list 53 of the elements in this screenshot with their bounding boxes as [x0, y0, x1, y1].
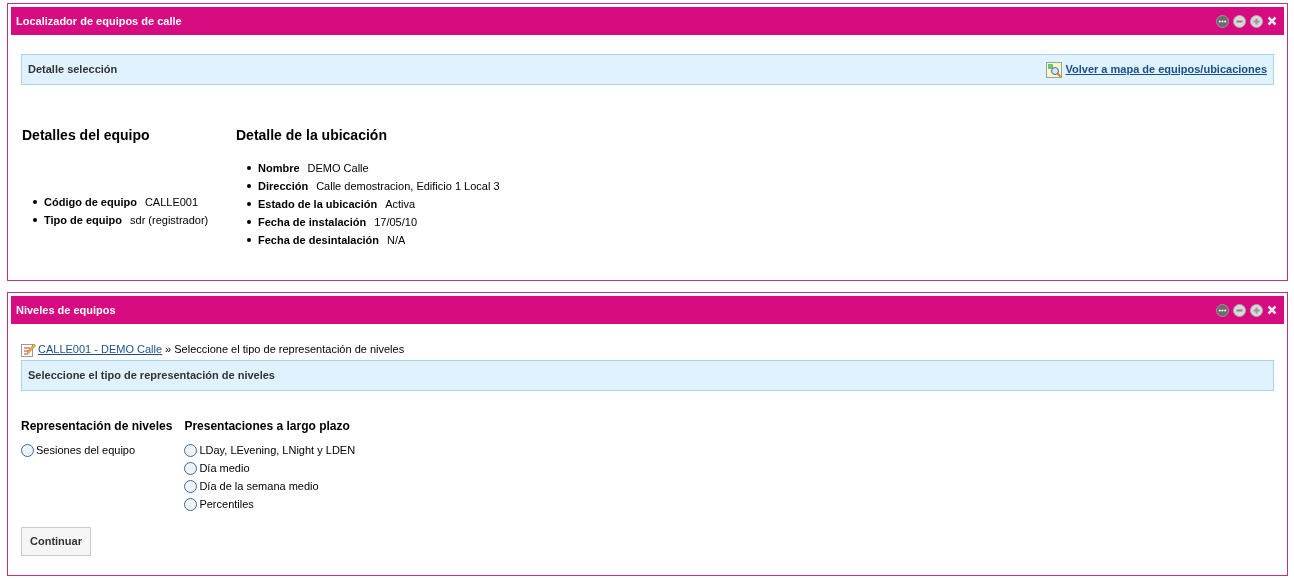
section-heading: Detalle de la ubicación	[236, 126, 388, 143]
map-icon	[1046, 61, 1063, 78]
breadcrumb-link[interactable]: CALLE001 - DEMO Calle	[21, 340, 163, 358]
field-value: sdr (registrador)	[130, 212, 209, 228]
field-value: Calle demostracion, Edificio 1 Local 3	[316, 178, 500, 194]
panel-title: Niveles de equipos	[16, 302, 116, 318]
bullet-icon	[247, 220, 251, 224]
field-label: Fecha de desintalación	[258, 232, 380, 248]
radio-option[interactable]: Día medio	[184, 459, 356, 477]
edit-icon	[21, 341, 36, 357]
bullet-icon	[247, 202, 251, 206]
radio-button[interactable]	[184, 497, 198, 511]
field-label: Nombre	[258, 160, 300, 176]
minimize-icon[interactable]	[1233, 303, 1246, 317]
field-value: DEMO Calle	[307, 160, 369, 176]
field-value: N/A	[387, 232, 406, 248]
options-icon[interactable]	[1216, 14, 1229, 28]
group-heading: Representación de niveles	[21, 418, 173, 433]
field-label: Fecha de instalación	[258, 214, 367, 230]
field-value: CALLE001	[144, 194, 199, 210]
close-icon[interactable]	[1267, 16, 1277, 26]
field-value: 17/05/10	[374, 214, 418, 230]
options-icon[interactable]	[1216, 303, 1229, 317]
radio-button[interactable]	[184, 443, 198, 457]
radio-button[interactable]	[21, 443, 34, 457]
radio-button[interactable]	[184, 479, 198, 493]
bullet-icon	[247, 184, 251, 188]
field-label: Dirección	[258, 178, 309, 194]
breadcrumb-separator: »	[165, 341, 172, 357]
radio-button[interactable]	[184, 461, 198, 475]
breadcrumb-current: Seleccione el tipo de representación de niveles	[174, 341, 405, 357]
panel-title: Localizador de equipos de calle	[16, 13, 182, 29]
field-label: Código de equipo	[44, 194, 137, 210]
close-icon[interactable]	[1267, 305, 1277, 315]
maximize-icon[interactable]	[1250, 14, 1263, 28]
bullet-icon	[247, 238, 251, 242]
radio-option[interactable]: Percentiles	[184, 495, 356, 513]
maximize-icon[interactable]	[1250, 303, 1263, 317]
bullet-icon	[33, 218, 37, 222]
bullet-icon	[247, 166, 251, 170]
radio-option[interactable]: LDay, LEvening, LNight y LDEN	[184, 441, 356, 459]
field-value: Activa	[385, 196, 416, 212]
field-label: Estado de la ubicación	[258, 196, 378, 212]
group-heading: Presentaciones a largo plazo	[184, 418, 351, 433]
section-title: Seleccione el tipo de representación de niveles	[28, 368, 275, 384]
minimize-icon[interactable]	[1233, 14, 1246, 28]
section-heading: Detalles del equipo	[22, 126, 151, 143]
field-label: Tipo de equipo	[44, 212, 122, 228]
bullet-icon	[33, 200, 37, 204]
radio-option[interactable]: Sesiones del equipo	[21, 441, 173, 459]
section-title: Detalle selección	[28, 62, 118, 78]
continue-button[interactable]: Continuar	[21, 527, 91, 556]
radio-option[interactable]: Día de la semana medio	[184, 477, 356, 495]
